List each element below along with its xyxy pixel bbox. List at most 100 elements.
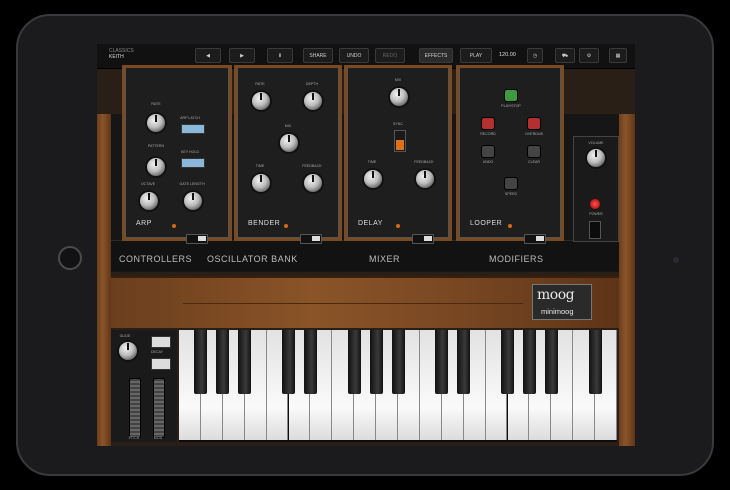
save-preset-button[interactable]: ⬇ xyxy=(267,48,293,63)
black-key[interactable] xyxy=(501,330,514,394)
bender-enable-toggle[interactable] xyxy=(300,234,322,244)
black-key[interactable] xyxy=(457,330,471,394)
black-key[interactable] xyxy=(391,330,405,394)
arp-led xyxy=(172,224,176,228)
preset-name: KEITH xyxy=(109,54,124,60)
black-key[interactable] xyxy=(238,330,252,394)
bender-feedback-label: FEEDBACK xyxy=(302,164,322,168)
looper-undo-label: UNDO xyxy=(482,160,494,164)
settings-gear-icon[interactable]: ⚙ xyxy=(579,48,599,63)
arp-enable-toggle[interactable] xyxy=(186,234,208,244)
black-key[interactable] xyxy=(303,330,317,394)
power-led xyxy=(590,199,600,209)
arp-rate-knob[interactable] xyxy=(147,114,165,132)
black-key[interactable] xyxy=(369,330,383,394)
tempo-clock-icon[interactable]: ◷ xyxy=(527,48,543,63)
effects-button[interactable]: EFFECTS xyxy=(419,48,453,63)
looper-led xyxy=(508,224,512,228)
mod-label: MOD xyxy=(153,436,163,440)
bender-led xyxy=(284,224,288,228)
play-stop-label: PLAY/STOP xyxy=(501,104,521,108)
bender-depth-knob[interactable] xyxy=(304,92,322,110)
preset-display[interactable]: CLASSICS KEITH xyxy=(109,48,134,60)
looper-record-button[interactable] xyxy=(482,118,494,129)
bender-feedback-knob[interactable] xyxy=(304,174,322,192)
keyboard-toggle-icon[interactable]: ▦ xyxy=(609,48,627,63)
delay-mix-knob[interactable] xyxy=(390,88,408,106)
looper-play-stop-button[interactable] xyxy=(505,90,517,101)
previous-preset-button[interactable]: ◀ xyxy=(195,48,221,63)
decay-switch[interactable] xyxy=(151,358,171,370)
bender-time-knob[interactable] xyxy=(252,174,270,192)
delay-time-knob[interactable] xyxy=(364,170,382,188)
key-hold-button[interactable] xyxy=(181,158,205,168)
bender-mix-label: MIX xyxy=(284,124,292,128)
gate-length-label: GATE LENGTH xyxy=(179,182,205,186)
glide-switch[interactable] xyxy=(151,336,171,348)
arp-pattern-knob[interactable] xyxy=(147,158,165,176)
looper-clear-button[interactable] xyxy=(528,146,540,157)
arp-module: RATE PATTERN OCTAVE ARP LATCH KEY HOLD G… xyxy=(125,68,229,244)
bender-title: BENDER xyxy=(248,220,281,227)
right-cheek xyxy=(619,274,635,446)
glide-knob[interactable] xyxy=(119,342,137,360)
delay-sync-switch[interactable] xyxy=(394,130,406,152)
black-key[interactable] xyxy=(544,330,558,394)
delay-enable-toggle[interactable] xyxy=(412,234,434,244)
delay-led xyxy=(396,224,400,228)
pitch-wheel[interactable] xyxy=(129,378,141,438)
black-key[interactable] xyxy=(282,330,295,394)
looper-undo-button[interactable] xyxy=(482,146,494,157)
black-key[interactable] xyxy=(588,330,602,394)
black-key[interactable] xyxy=(216,330,230,394)
share-button[interactable]: SHARE xyxy=(303,48,333,63)
output-panel: VOLUME POWER xyxy=(573,136,619,242)
key-hold-label: KEY HOLD xyxy=(180,150,200,154)
play-button[interactable]: PLAY xyxy=(460,48,492,63)
bender-rate-knob[interactable] xyxy=(252,92,270,110)
delay-title: DELAY xyxy=(358,220,383,227)
black-key[interactable] xyxy=(435,330,449,394)
bender-depth-label: DEPTH xyxy=(305,82,319,86)
mod-wheel[interactable] xyxy=(153,378,165,438)
speed-label: SPEED xyxy=(504,192,518,196)
store-cart-icon[interactable]: ⛟ xyxy=(555,48,575,63)
arp-octave-label: OCTAVE xyxy=(140,182,156,186)
left-cheek xyxy=(97,274,111,446)
overdub-label: OVERDUB xyxy=(525,132,543,136)
decay-label: DECAY xyxy=(150,350,164,354)
black-key[interactable] xyxy=(347,330,361,394)
volume-label: VOLUME xyxy=(588,141,604,145)
bender-mix-knob[interactable] xyxy=(280,134,298,152)
black-key[interactable] xyxy=(522,330,536,394)
delay-time-label: TIME xyxy=(367,160,377,164)
undo-button[interactable]: UNDO xyxy=(339,48,369,63)
delay-module: MIX SYNC TIME FEEDBACK DELAY xyxy=(347,68,449,244)
arp-octave-knob[interactable] xyxy=(140,192,158,210)
tempo-display[interactable]: 120.00 xyxy=(499,48,516,63)
gate-length-knob[interactable] xyxy=(184,192,202,210)
home-button[interactable] xyxy=(58,246,82,270)
top-toolbar: CLASSICS KEITH ◀ ▶ ⬇ SHARE UNDO REDO EFF… xyxy=(97,44,635,69)
moog-logo: moog xyxy=(537,287,575,303)
arp-latch-button[interactable] xyxy=(181,124,205,134)
power-label: POWER xyxy=(589,212,603,216)
next-preset-button[interactable]: ▶ xyxy=(229,48,255,63)
minimoog-app-screen: CLASSICS KEITH ◀ ▶ ⬇ SHARE UNDO REDO EFF… xyxy=(97,44,635,446)
looper-enable-toggle[interactable] xyxy=(524,234,546,244)
power-switch[interactable] xyxy=(589,221,601,239)
looper-module: PLAY/STOP RECORD OVERDUB UNDO CLEAR SPEE… xyxy=(459,68,561,244)
left-wood-panel xyxy=(97,114,111,274)
delay-feedback-knob[interactable] xyxy=(416,170,434,188)
looper-overdub-button[interactable] xyxy=(528,118,540,129)
glide-label: GLIDE xyxy=(119,334,131,338)
black-key[interactable] xyxy=(194,330,208,394)
section-oscillator-bank: OSCILLATOR BANK xyxy=(207,254,298,264)
redo-button[interactable]: REDO xyxy=(375,48,405,63)
moog-logo-plate: moog minimoog xyxy=(532,284,592,320)
arp-latch-label: ARP LATCH xyxy=(180,116,200,120)
volume-knob[interactable] xyxy=(587,149,605,167)
looper-speed-button[interactable] xyxy=(505,178,517,189)
rail-line xyxy=(183,303,523,304)
looper-title: LOOPER xyxy=(470,220,503,227)
